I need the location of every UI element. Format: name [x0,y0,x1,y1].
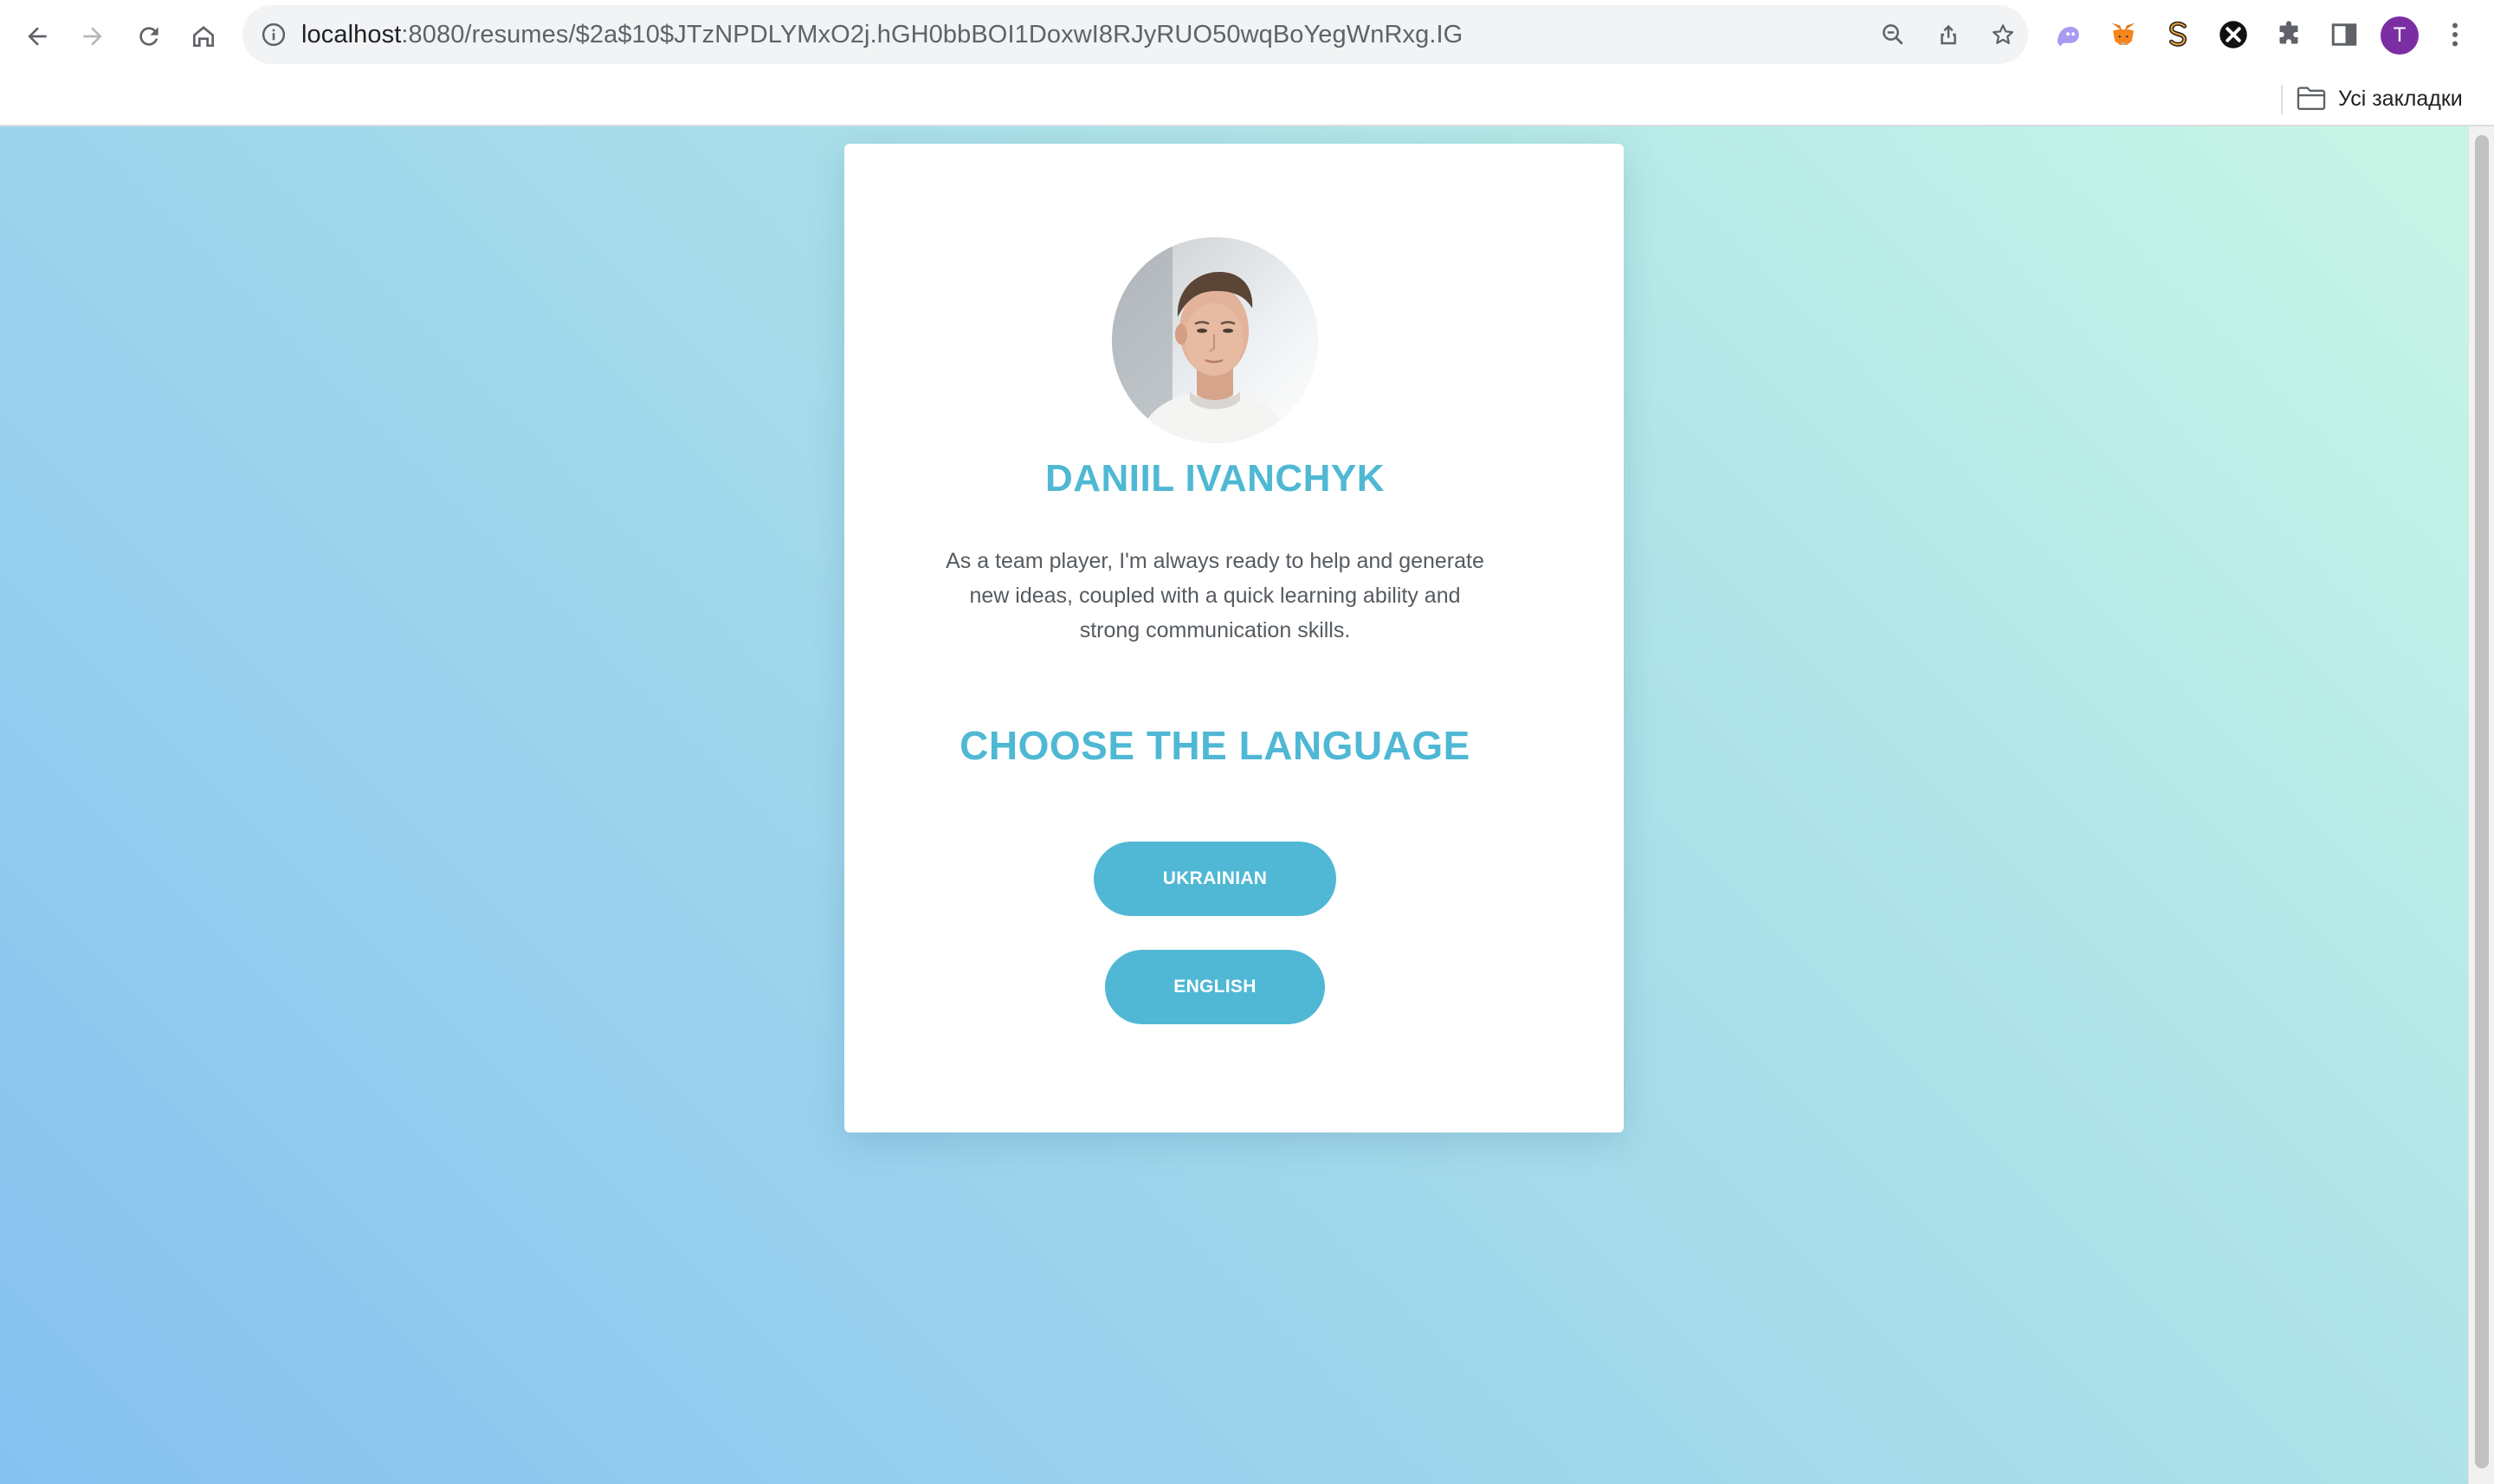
forward-button[interactable] [72,16,113,57]
choose-language-heading: CHOOSE THE LANGUAGE [959,723,1470,768]
arrow-left-icon [28,27,47,46]
profile-avatar[interactable]: T [2381,16,2419,55]
address-bar[interactable]: localhost:8080/resumes/$2a$10$JTzNPDLYMx… [242,5,2028,64]
bookmarks-bar: Усі закладки [0,73,2494,125]
menu-kebab-icon[interactable] [2436,16,2474,54]
info-icon[interactable] [258,19,289,50]
home-button[interactable] [183,16,224,57]
arrow-right-icon [83,27,102,46]
extensions-puzzle-icon[interactable] [2270,16,2308,54]
folder-icon [2297,87,2326,110]
extension-x-icon[interactable] [2214,16,2252,54]
resume-summary: As a team player, I'm always ready to he… [946,549,1484,642]
url-text[interactable]: localhost:8080/resumes/$2a$10$JTzNPDLYMx… [301,5,1463,64]
extension-ghost-icon[interactable] [2049,16,2087,54]
ukrainian-button[interactable]: UKRAINIAN [1094,842,1336,916]
reload-icon [139,27,158,46]
page-viewport: DANIIL IVANCHYK As a team player, I'm al… [0,126,2494,1484]
url-host: localhost [301,21,402,48]
browser-toolbar: localhost:8080/resumes/$2a$10$JTzNPDLYMx… [0,0,2494,126]
profile-photo [1112,237,1318,443]
zoom-icon[interactable] [1876,17,1910,52]
page-scrollbar[interactable] [2468,126,2494,1484]
home-icon [193,26,214,47]
all-bookmarks-label: Усі закладки [2338,86,2463,111]
back-button[interactable] [16,16,58,57]
all-bookmarks-button[interactable]: Усі закладки [2297,80,2463,118]
reload-button[interactable] [128,16,170,57]
extension-s-icon[interactable] [2159,16,2197,54]
side-panel-icon[interactable] [2325,16,2363,54]
metamask-fox-icon[interactable] [2104,16,2142,54]
bookmark-star-icon[interactable] [1986,17,2020,52]
bookmarks-divider [2281,85,2283,114]
share-icon[interactable] [1931,17,1966,52]
english-button[interactable]: ENGLISH [1105,950,1325,1024]
resume-name: DANIIL IVANCHYK [1044,457,1386,500]
scrollbar-thumb[interactable] [2475,135,2489,1468]
resume-card: DANIIL IVANCHYK As a team player, I'm al… [844,144,1624,1132]
url-path: :8080/resumes/$2a$10$JTzNPDLYMxO2j.hGH0b… [401,21,1463,48]
